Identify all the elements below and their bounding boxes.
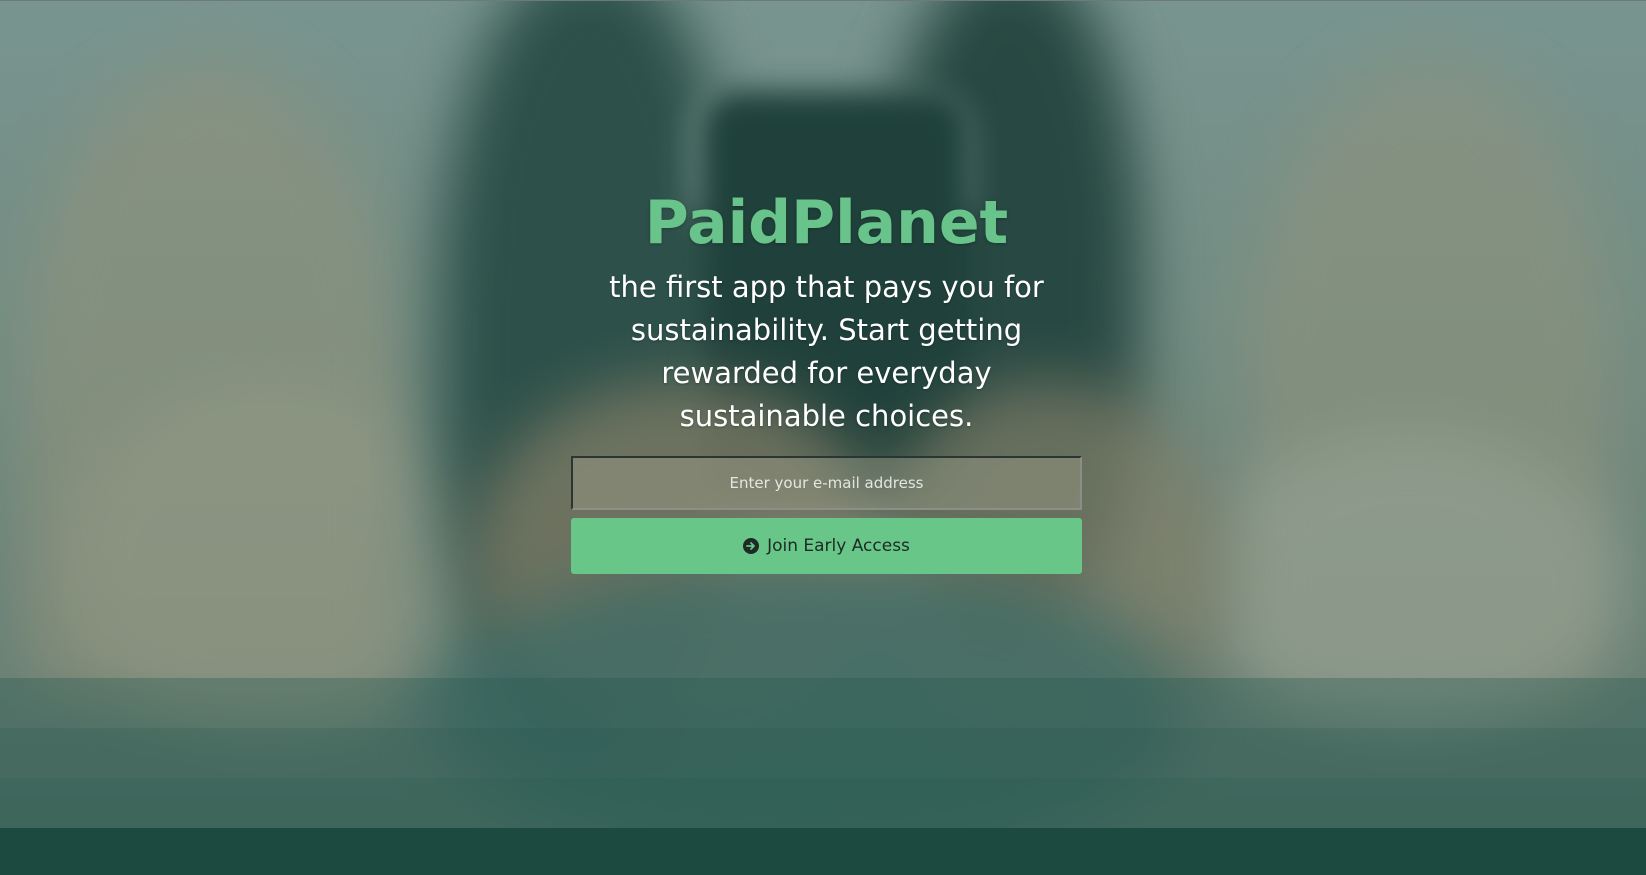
signup-form: Join Early Access (571, 456, 1082, 574)
email-input[interactable] (571, 456, 1082, 510)
join-button-label: Join Early Access (767, 536, 910, 556)
landing-page: PaidPlanet the first app that pays you f… (0, 0, 1646, 875)
join-early-access-button[interactable]: Join Early Access (571, 518, 1082, 574)
brand-title: PaidPlanet (644, 188, 1009, 258)
footer-strip (0, 828, 1646, 875)
top-divider (0, 0, 1646, 1)
hero-section: PaidPlanet the first app that pays you f… (571, 180, 1082, 574)
arrow-circle-right-icon (743, 538, 760, 554)
overlay-band (0, 728, 1646, 778)
hero-tagline: the first app that pays you for sustaina… (609, 270, 1044, 433)
overlay-band (0, 678, 1646, 728)
overlay-band (0, 778, 1646, 828)
